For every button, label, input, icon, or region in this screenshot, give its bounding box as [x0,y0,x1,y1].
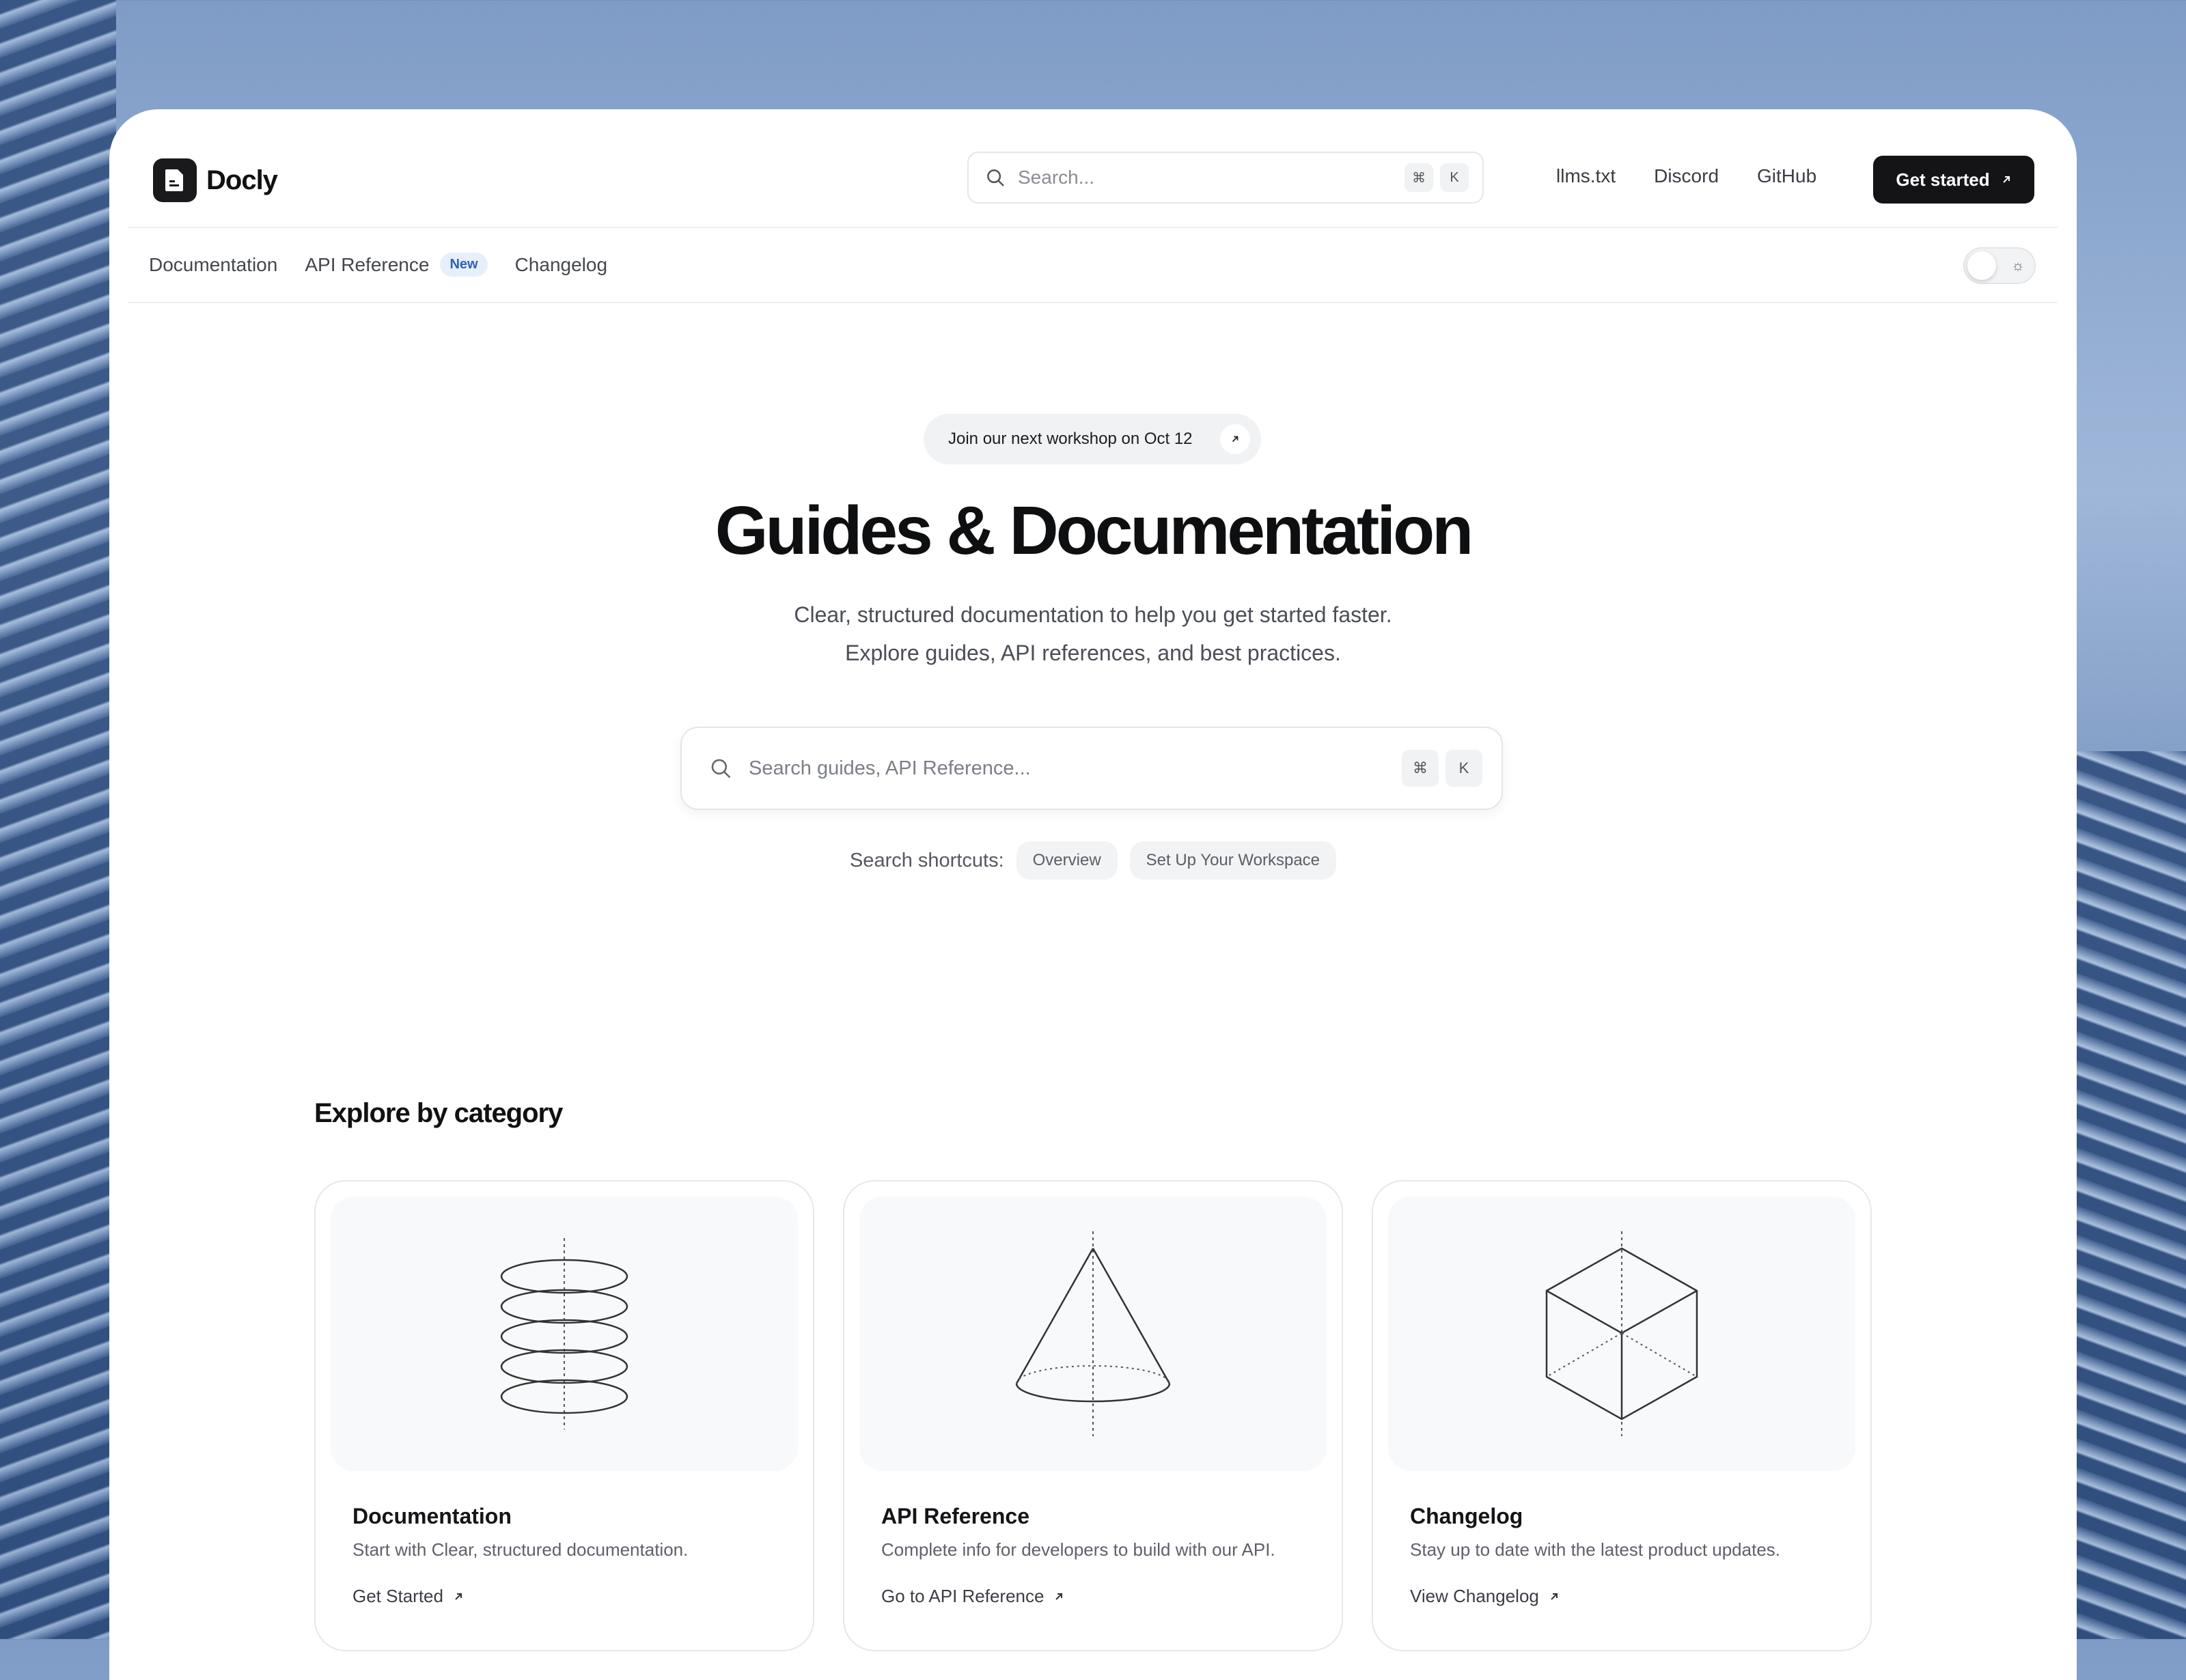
top-bar: Docly Search... ⌘ K llms.txt Discord Git… [128,109,2058,228]
brand-name: Docly [206,165,278,195]
toggle-knob [1967,251,1996,280]
arrow-up-right-icon [1220,424,1250,454]
card-title: Changelog [1410,1504,1523,1528]
kbd-k: K [1445,750,1482,787]
card-link-label: View Changelog [1410,1586,1539,1606]
workshop-text: Join our next workshop on Oct 12 [948,430,1193,448]
subtitle-line-2: Explore guides, API references, and best… [845,641,1341,665]
page-subtitle: Clear, structured documentation to help … [109,596,2077,672]
search-shortcuts: Search shortcuts: Overview Set Up Your W… [109,841,2077,880]
get-started-label: Get started [1896,169,1990,190]
brand[interactable]: Docly [153,158,278,202]
nav-api-reference-label: API Reference [305,253,430,275]
background-stripes-right [2070,751,2186,1639]
nav-changelog[interactable]: Changelog [515,254,607,276]
shortcuts-label: Search shortcuts: [849,849,1004,871]
kbd-cmd: ⌘ [1405,163,1433,192]
card-link[interactable]: Get Started [352,1586,464,1607]
explore-heading: Explore by category [314,1098,563,1128]
shortcut-setup-workspace[interactable]: Set Up Your Workspace [1129,841,1337,880]
card-description: Stay up to date with the latest product … [1410,1539,1781,1560]
main-search-input[interactable]: Search guides, API Reference... ⌘ K [680,727,1503,810]
app-window: Docly Search... ⌘ K llms.txt Discord Git… [109,109,2077,1680]
link-llms-txt[interactable]: llms.txt [1556,165,1616,187]
search-icon [711,759,731,779]
card-documentation[interactable]: Documentation Start with Clear, structur… [314,1180,814,1651]
header-search-placeholder: Search... [1018,167,1095,188]
arrow-up-right-icon [2002,176,2010,183]
card-description: Complete info for developers to build wi… [881,1539,1275,1560]
header-search[interactable]: Search... ⌘ K [967,152,1484,204]
cone-icon [1015,1231,1171,1436]
card-title: API Reference [881,1504,1029,1528]
get-started-button[interactable]: Get started [1873,156,2034,204]
card-link-label: Go to API Reference [881,1586,1044,1606]
main-search-placeholder: Search guides, API Reference... [749,757,1031,779]
card-link-label: Get Started [352,1586,443,1606]
search-icon [987,169,1004,186]
kbd-cmd: ⌘ [1402,750,1439,787]
nav-documentation[interactable]: Documentation [149,254,277,276]
cube-icon [1545,1231,1698,1436]
card-api-reference[interactable]: API Reference Complete info for develope… [843,1180,1343,1651]
link-discord[interactable]: Discord [1654,165,1719,187]
header-links: llms.txt Discord GitHub [1556,165,1816,187]
sun-icon: ☼ [2010,257,2025,274]
card-title: Documentation [352,1504,512,1528]
kbd-k: K [1440,163,1469,192]
shortcut-overview[interactable]: Overview [1016,841,1118,880]
nav-api-reference[interactable]: API Reference New [305,253,488,277]
card-link[interactable]: View Changelog [1410,1586,1560,1607]
card-description: Start with Clear, structured documentati… [352,1539,689,1560]
background-stripes-left [0,0,116,1639]
card-changelog[interactable]: Changelog Stay up to date with the lates… [1372,1180,1872,1651]
theme-toggle[interactable]: ☼ [1963,247,2036,284]
category-cards: Documentation Start with Clear, structur… [314,1180,1872,1651]
sub-navigation: Documentation API Reference New Changelo… [128,227,2058,303]
arrow-up-right-icon [455,1593,462,1600]
new-badge: New [440,253,488,277]
card-link[interactable]: Go to API Reference [881,1586,1064,1607]
card-art [331,1196,798,1471]
page-title: Guides & Documentation [715,492,1474,569]
card-art [859,1196,1327,1471]
card-art [1388,1196,1855,1471]
arrow-up-right-icon [1551,1593,1558,1600]
arrow-up-right-icon [1055,1593,1063,1600]
stacked-rings-icon [500,1238,628,1429]
link-github[interactable]: GitHub [1757,165,1816,187]
workshop-announcement[interactable]: Join our next workshop on Oct 12 [924,414,1261,464]
subtitle-line-1: Clear, structured documentation to help … [794,602,1392,627]
docly-logo-icon [153,158,197,202]
